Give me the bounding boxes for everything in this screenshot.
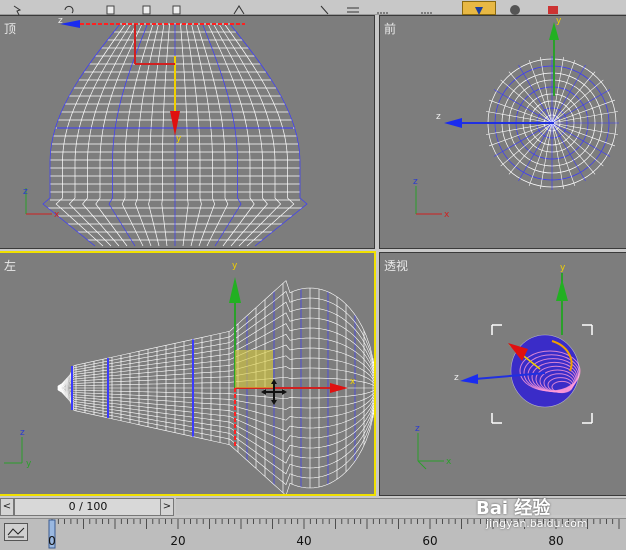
paste-icon[interactable] [140, 1, 154, 15]
axis-tripod: z x [413, 177, 450, 220]
material-icon[interactable] [420, 1, 434, 14]
axis-tripod: z x [415, 424, 452, 470]
viewport-front[interactable]: 前 z x z y [379, 15, 626, 249]
copy-icon[interactable] [104, 1, 118, 15]
gizmo-label-b: z [454, 373, 459, 383]
frame-slider[interactable]: 0 / 100 [14, 498, 162, 516]
tick-label: 40 [296, 534, 312, 548]
render-icon[interactable] [462, 1, 496, 15]
tick-label: 20 [170, 534, 186, 548]
select-icon[interactable] [12, 1, 26, 16]
align-icon[interactable] [318, 1, 332, 15]
teapot-icon[interactable] [508, 1, 522, 15]
gizmo-label-b: y [556, 16, 562, 26]
axis-label-vertical: z [415, 424, 420, 434]
axis-label-horizontal: y [26, 459, 32, 469]
axis-label-vertical: z [413, 177, 418, 187]
gizmo-label-b: y [176, 134, 182, 144]
axis-label-horizontal: x [446, 457, 452, 467]
axis-label-vertical: z [23, 187, 28, 197]
tick-label: 60 [422, 534, 438, 548]
snap-icon[interactable] [232, 1, 246, 15]
next-frame-button[interactable]: > [160, 498, 174, 516]
track-background [176, 498, 626, 515]
gizmo-label-a: z [436, 112, 441, 122]
viewport-top[interactable]: 顶 z x z y [0, 15, 375, 249]
axis-label-horizontal: x [54, 210, 60, 220]
watermark-url: jingyan.baidu.com [486, 517, 588, 530]
quick-render-icon[interactable] [546, 1, 560, 14]
gizmo-label-b: x [350, 377, 356, 387]
viewport-perspective[interactable]: 透视 z x y z [379, 252, 626, 496]
axis-label-vertical: z [20, 428, 25, 438]
tick-label: 80 [548, 534, 564, 548]
viewport-left[interactable]: 左 z y y x [0, 251, 376, 496]
layer-icon[interactable] [376, 1, 390, 14]
main-toolbar [0, 0, 626, 16]
prev-frame-button[interactable]: < [0, 498, 14, 516]
move-cursor-icon [261, 379, 287, 405]
axis-tripod: z x [23, 187, 60, 220]
axis-tripod: z y [4, 428, 32, 469]
gizmo-label-a: z [58, 16, 63, 26]
array-icon[interactable] [346, 1, 360, 13]
undo-icon[interactable] [170, 1, 184, 15]
rotate-icon[interactable] [62, 1, 76, 14]
tick-label: 0 [48, 534, 56, 548]
curve-editor-icon[interactable] [4, 523, 28, 541]
gizmo-label-a: y [232, 261, 238, 271]
gizmo-label-a: y [560, 263, 566, 273]
axis-label-horizontal: x [444, 210, 450, 220]
